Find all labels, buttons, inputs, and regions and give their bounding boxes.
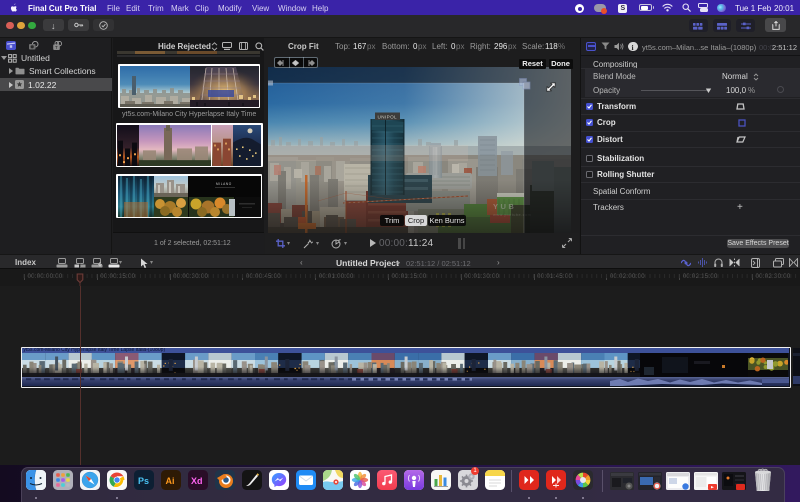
svg-text:MILANO: MILANO xyxy=(216,182,232,186)
svg-text:UNIPOL: UNIPOL xyxy=(378,114,398,119)
svg-text:Xd: Xd xyxy=(191,476,203,486)
svg-text:T: T xyxy=(55,45,58,50)
svg-text:Ps: Ps xyxy=(138,476,149,486)
svg-text:Ai: Ai xyxy=(166,476,175,486)
